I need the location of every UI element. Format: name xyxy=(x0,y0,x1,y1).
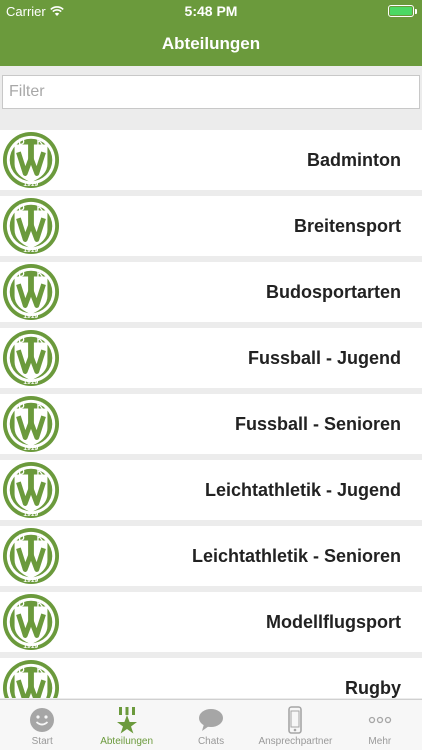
list-item[interactable]: D K 1919 Modellflugsport xyxy=(0,592,422,652)
svg-text:K: K xyxy=(37,467,44,477)
svg-text:D: D xyxy=(18,335,24,345)
svg-text:D: D xyxy=(18,137,24,147)
department-label: Leichtathletik - Jugend xyxy=(204,480,401,500)
tab-ansprechpartner[interactable]: Ansprechpartner xyxy=(253,700,337,750)
department-list: D K 1919 Badminton D K 1919 Breitensport… xyxy=(0,130,422,698)
tab-chats[interactable]: Chats xyxy=(169,700,253,750)
department-label: Badminton xyxy=(307,150,401,170)
svg-text:D: D xyxy=(18,533,24,543)
svg-text:1919: 1919 xyxy=(23,445,38,452)
svg-text:K: K xyxy=(37,335,44,345)
club-logo-icon: D K 1919 xyxy=(2,329,60,387)
list-item[interactable]: D K 1919 Leichtathletik - Senioren xyxy=(0,526,422,586)
svg-text:1919: 1919 xyxy=(23,313,38,320)
list-item[interactable]: D K 1919 Rugby xyxy=(0,658,422,698)
filter-input[interactable] xyxy=(2,75,420,109)
svg-text:K: K xyxy=(37,203,44,213)
svg-text:1919: 1919 xyxy=(23,379,38,386)
svg-text:K: K xyxy=(37,269,44,279)
tab-bar: Start Abteilungen Chats Ansprechpartner Mehr xyxy=(0,699,422,750)
department-label: Fussball - Senioren xyxy=(234,414,401,434)
club-logo-icon: D K 1919 xyxy=(2,263,60,321)
club-logo-icon: D K 1919 xyxy=(2,461,60,519)
phone-icon xyxy=(281,706,309,734)
tab-label: Abteilungen xyxy=(100,736,154,747)
list-item[interactable]: D K 1919 Leichtathletik - Jugend xyxy=(0,460,422,520)
club-logo-icon: D K 1919 xyxy=(2,131,60,189)
svg-text:1919: 1919 xyxy=(23,643,38,650)
svg-text:1919: 1919 xyxy=(23,247,38,254)
tab-label: Ansprechpartner xyxy=(258,736,333,747)
svg-text:1919: 1919 xyxy=(23,181,38,188)
svg-text:1919: 1919 xyxy=(23,577,38,584)
club-logo-icon: D K 1919 xyxy=(2,395,60,453)
svg-text:1919: 1919 xyxy=(23,511,38,518)
battery-icon xyxy=(388,5,417,17)
department-label: Breitensport xyxy=(293,216,401,236)
list-item[interactable]: D K 1919 Fussball - Jugend xyxy=(0,328,422,388)
tab-start[interactable]: Start xyxy=(0,700,84,750)
svg-text:D: D xyxy=(18,401,24,411)
tab-label: Start xyxy=(31,736,53,747)
list-item[interactable]: D K 1919 Breitensport xyxy=(0,196,422,256)
star-icon xyxy=(113,706,141,734)
department-label: Modellflugsport xyxy=(266,612,401,632)
department-label: Leichtathletik - Senioren xyxy=(191,546,401,566)
svg-text:K: K xyxy=(37,401,44,411)
svg-text:K: K xyxy=(37,533,44,543)
status-bar: Carrier 5:48 PM xyxy=(0,0,422,22)
list-item[interactable]: D K 1919 Budosportarten xyxy=(0,262,422,322)
clock: 5:48 PM xyxy=(184,3,238,19)
page-title: Abteilungen xyxy=(161,34,261,53)
svg-text:K: K xyxy=(37,137,44,147)
svg-text:D: D xyxy=(18,665,24,675)
list-item[interactable]: D K 1919 Badminton xyxy=(0,130,422,190)
smiley-icon xyxy=(28,706,56,734)
tab-mehr[interactable]: Mehr xyxy=(338,700,422,750)
list-item[interactable]: D K 1919 Fussball - Senioren xyxy=(0,394,422,454)
club-logo-icon: D K 1919 xyxy=(2,593,60,651)
tab-label: Chats xyxy=(197,736,225,747)
club-logo-icon: D K 1919 xyxy=(2,659,60,698)
svg-text:D: D xyxy=(18,467,24,477)
svg-text:D: D xyxy=(18,269,24,279)
filter-bar xyxy=(0,66,422,118)
tab-label: Mehr xyxy=(368,736,392,747)
club-logo-icon: D K 1919 xyxy=(2,527,60,585)
tab-abteilungen[interactable]: Abteilungen xyxy=(84,700,168,750)
club-logo-icon: D K 1919 xyxy=(2,197,60,255)
department-label: Budosportarten xyxy=(266,282,401,302)
nav-bar: Abteilungen xyxy=(0,22,422,66)
svg-text:K: K xyxy=(37,599,44,609)
more-icon xyxy=(366,706,394,734)
svg-text:K: K xyxy=(37,665,44,675)
svg-text:D: D xyxy=(18,203,24,213)
chat-bubble-icon xyxy=(197,706,225,734)
department-label: Rugby xyxy=(345,678,401,698)
department-label: Fussball - Jugend xyxy=(247,348,401,368)
svg-text:D: D xyxy=(18,599,24,609)
